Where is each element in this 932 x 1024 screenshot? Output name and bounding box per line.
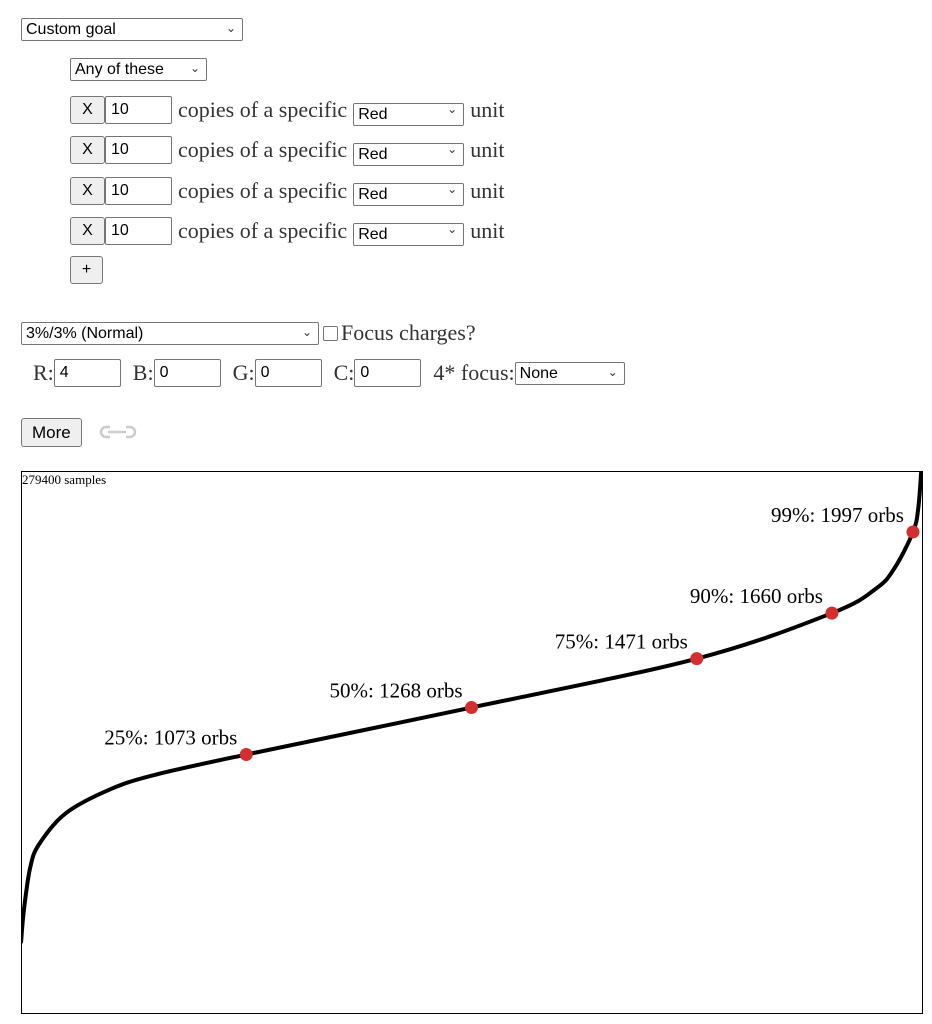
percentile-label: 99%: 1997 orbs [771,503,904,527]
percentile-marker [239,748,253,762]
percentile-label: 90%: 1660 orbs [690,584,823,608]
percentile-marker [690,652,704,666]
samples-label: 279400 samples [22,472,106,487]
percentile-label: 75%: 1471 orbs [555,630,688,654]
percentile-marker [465,701,478,715]
orbs-percentile-chart: 279400 samples 25%: 1073 orbs 50%: 1268 o… [21,471,923,1014]
percentile-curve [21,471,922,944]
percentile-marker [906,525,920,539]
percentile-label: 50%: 1268 orbs [330,679,463,703]
percentile-marker [825,606,839,620]
percentile-label: 25%: 1073 orbs [104,726,237,750]
